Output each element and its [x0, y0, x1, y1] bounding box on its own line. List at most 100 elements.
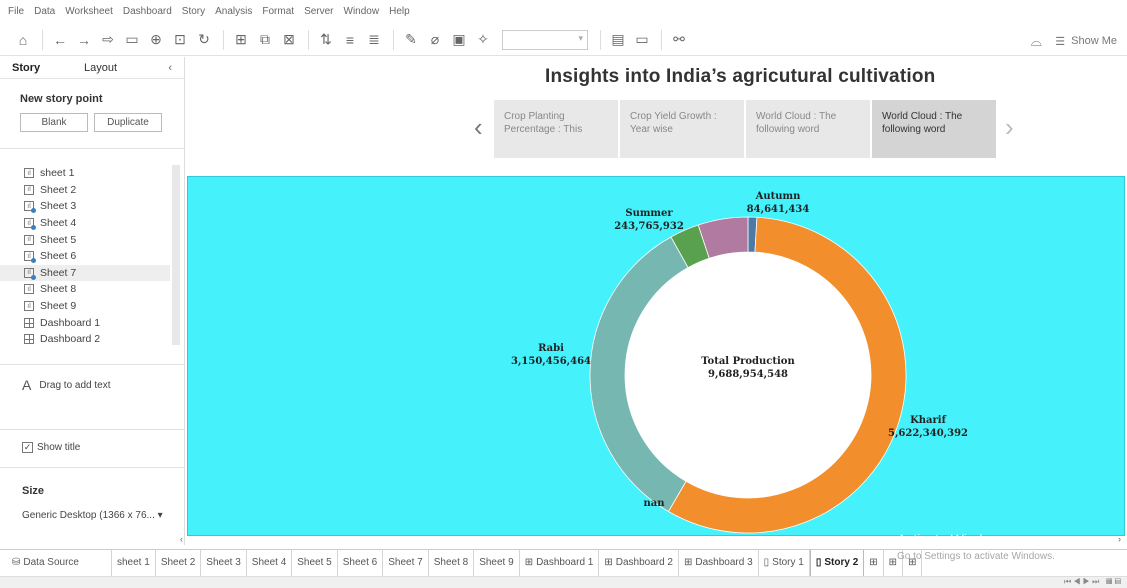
swap-icon[interactable]: ⇅ — [315, 29, 337, 51]
pause-updates-icon[interactable]: ⊡ — [169, 29, 191, 51]
menu-file[interactable]: File — [8, 6, 24, 17]
tab-story[interactable]: ▯ Story 1 — [759, 549, 810, 576]
show-title-checkbox[interactable]: ✓ Show title — [22, 442, 80, 453]
tab-dashboard[interactable]: ⊞ Dashboard 3 — [679, 549, 759, 576]
tab-sheet[interactable]: Sheet 2 — [156, 549, 202, 576]
menu-story[interactable]: Story — [182, 6, 205, 17]
tab-dashboard[interactable]: ⊞ Dashboard 1 — [520, 549, 600, 576]
chevron-left-icon[interactable]: ‹ — [474, 112, 483, 143]
refresh-icon[interactable]: ↻ — [193, 29, 215, 51]
back-icon[interactable]: ← — [49, 29, 71, 51]
scroll-left-icon[interactable]: ‹ — [180, 534, 183, 544]
drag-text-item[interactable]: A Drag to add text — [22, 377, 111, 393]
menu-worksheet[interactable]: Worksheet — [65, 6, 113, 17]
blank-button[interactable]: Blank — [20, 113, 88, 132]
tableau-window: File Data Worksheet Dashboard Story Anal… — [0, 0, 1127, 588]
menu-window[interactable]: Window — [344, 6, 380, 17]
save-icon[interactable]: ▭ — [121, 29, 143, 51]
scroll-right-icon[interactable]: › — [1118, 534, 1121, 544]
size-dropdown[interactable]: Generic Desktop (1366 x 76... ▾ — [22, 510, 163, 521]
pane-tabs: Story Layout ‹ — [0, 57, 184, 79]
story-point[interactable]: World Cloud : The following word — [746, 100, 870, 158]
tab-sheet[interactable]: Sheet 8 — [429, 549, 475, 576]
checkbox-checked-icon[interactable]: ✓ — [22, 442, 33, 453]
database-icon: ⛁ — [12, 557, 21, 568]
pin-icon[interactable]: ✧ — [472, 29, 494, 51]
tab-label: Story 1 — [772, 557, 804, 568]
tab-sheet[interactable]: Sheet 9 — [474, 549, 520, 576]
pane-divider — [0, 148, 184, 149]
new-datasource-icon[interactable]: ⊕ — [145, 29, 167, 51]
slice-value: 3,150,456,464 — [510, 356, 592, 367]
list-item[interactable]: ıl sheet 1 — [24, 165, 170, 182]
label-icon[interactable]: ▣ — [448, 29, 470, 51]
tab-label: Sheet 3 — [206, 557, 241, 568]
tab-label: Dashboard 2 — [615, 557, 673, 568]
sheet-list-scrollbar[interactable] — [172, 165, 180, 345]
tab-dashboard[interactable]: ⊞ Dashboard 2 — [599, 549, 679, 576]
show-title-label: Show title — [37, 442, 81, 453]
tab-story[interactable]: Story — [0, 62, 72, 74]
tab-sheet[interactable]: Sheet 5 — [292, 549, 338, 576]
show-cards-icon[interactable]: ▤ — [607, 29, 629, 51]
menu-format[interactable]: Format — [262, 6, 294, 17]
fit-dropdown[interactable] — [502, 29, 588, 50]
story-point-active[interactable]: World Cloud : The following word — [872, 100, 996, 158]
tab-sheet[interactable]: Sheet 4 — [247, 549, 293, 576]
list-item[interactable]: ıl Sheet 5 — [24, 231, 170, 248]
duplicate-sheet-icon[interactable]: ⧉ — [254, 29, 276, 51]
list-item[interactable]: ıl Sheet 6 — [24, 248, 170, 265]
new-worksheet-icon[interactable]: ⊞ — [230, 29, 252, 51]
list-item[interactable]: ıl Sheet 3 — [24, 198, 170, 215]
list-item[interactable]: ıl Sheet 2 — [24, 182, 170, 199]
status-nav-icons[interactable]: ⏮ ◀ ▶ ⏭ ▦ ▤ — [1064, 577, 1121, 587]
chevron-right-icon[interactable]: › — [1005, 112, 1014, 143]
tab-sheet[interactable]: Sheet 7 — [383, 549, 429, 576]
share-icon[interactable]: ⚯ — [668, 29, 690, 51]
story-point[interactable]: Crop Yield Growth : Year wise — [620, 100, 744, 158]
highlight-icon[interactable]: ✎ — [400, 29, 422, 51]
sheet-label: Dashboard 2 — [40, 333, 101, 346]
group-icon[interactable]: ⌀ — [424, 29, 446, 51]
list-item[interactable]: ıl Sheet 9 — [24, 298, 170, 315]
tooltip-icon[interactable]: ⌓ — [1025, 30, 1047, 52]
sort-asc-icon[interactable]: ≡ — [339, 29, 361, 51]
list-item[interactable]: ıl Sheet 7 — [0, 264, 170, 282]
tab-layout[interactable]: Layout — [72, 62, 144, 74]
slice-value: 243,765,932 — [614, 221, 684, 232]
tab-story-active[interactable]: ▯ Story 2 — [809, 549, 865, 576]
list-item[interactable]: ıl Sheet 4 — [24, 215, 170, 232]
tab-sheet[interactable]: sheet 1 — [112, 549, 156, 576]
show-me[interactable]: ⌓ ☰ Show Me — [1025, 30, 1117, 52]
menu-dashboard[interactable]: Dashboard — [123, 6, 172, 17]
dashboard-icon: ⊞ — [524, 557, 534, 568]
story-point[interactable]: Crop Planting Percentage : This — [494, 100, 618, 158]
tab-sheet[interactable]: Sheet 6 — [338, 549, 384, 576]
list-item[interactable]: ıl Sheet 8 — [24, 281, 170, 298]
drag-text-label: Drag to add text — [39, 379, 111, 391]
connect-icon[interactable]: ⇨ — [97, 29, 119, 51]
list-item[interactable]: Dashboard 1 — [24, 314, 170, 331]
tab-label: Data Source — [23, 557, 79, 568]
new-story-point-heading: New story point — [20, 93, 103, 105]
menu-data[interactable]: Data — [34, 6, 55, 17]
sort-desc-icon[interactable]: ≣ — [363, 29, 385, 51]
presentation-icon[interactable]: ▭ — [631, 29, 653, 51]
tab-sheet[interactable]: Sheet 3 — [201, 549, 247, 576]
new-worksheet-tab-button[interactable]: ⊞ — [864, 549, 884, 576]
pane-divider — [0, 429, 185, 430]
clear-sheet-icon[interactable]: ⊠ — [278, 29, 300, 51]
duplicate-button[interactable]: Duplicate — [94, 113, 162, 132]
tab-data-source[interactable]: ⛁ Data Source — [0, 549, 112, 576]
menu-server[interactable]: Server — [304, 6, 333, 17]
menu-analysis[interactable]: Analysis — [215, 6, 252, 17]
forward-icon[interactable]: → — [73, 29, 95, 51]
list-item[interactable]: Dashboard 2 — [24, 331, 170, 348]
center-value: 9,688,954,548 — [707, 369, 789, 380]
home-icon[interactable]: ⌂ — [12, 29, 34, 51]
pane-divider — [0, 364, 185, 365]
sheet-label: Sheet 2 — [40, 183, 77, 196]
slice-label-kharif: Kharif 5,622,340,392 — [886, 414, 970, 440]
menu-help[interactable]: Help — [389, 6, 410, 17]
collapse-pane-icon[interactable]: ‹ — [168, 62, 172, 74]
